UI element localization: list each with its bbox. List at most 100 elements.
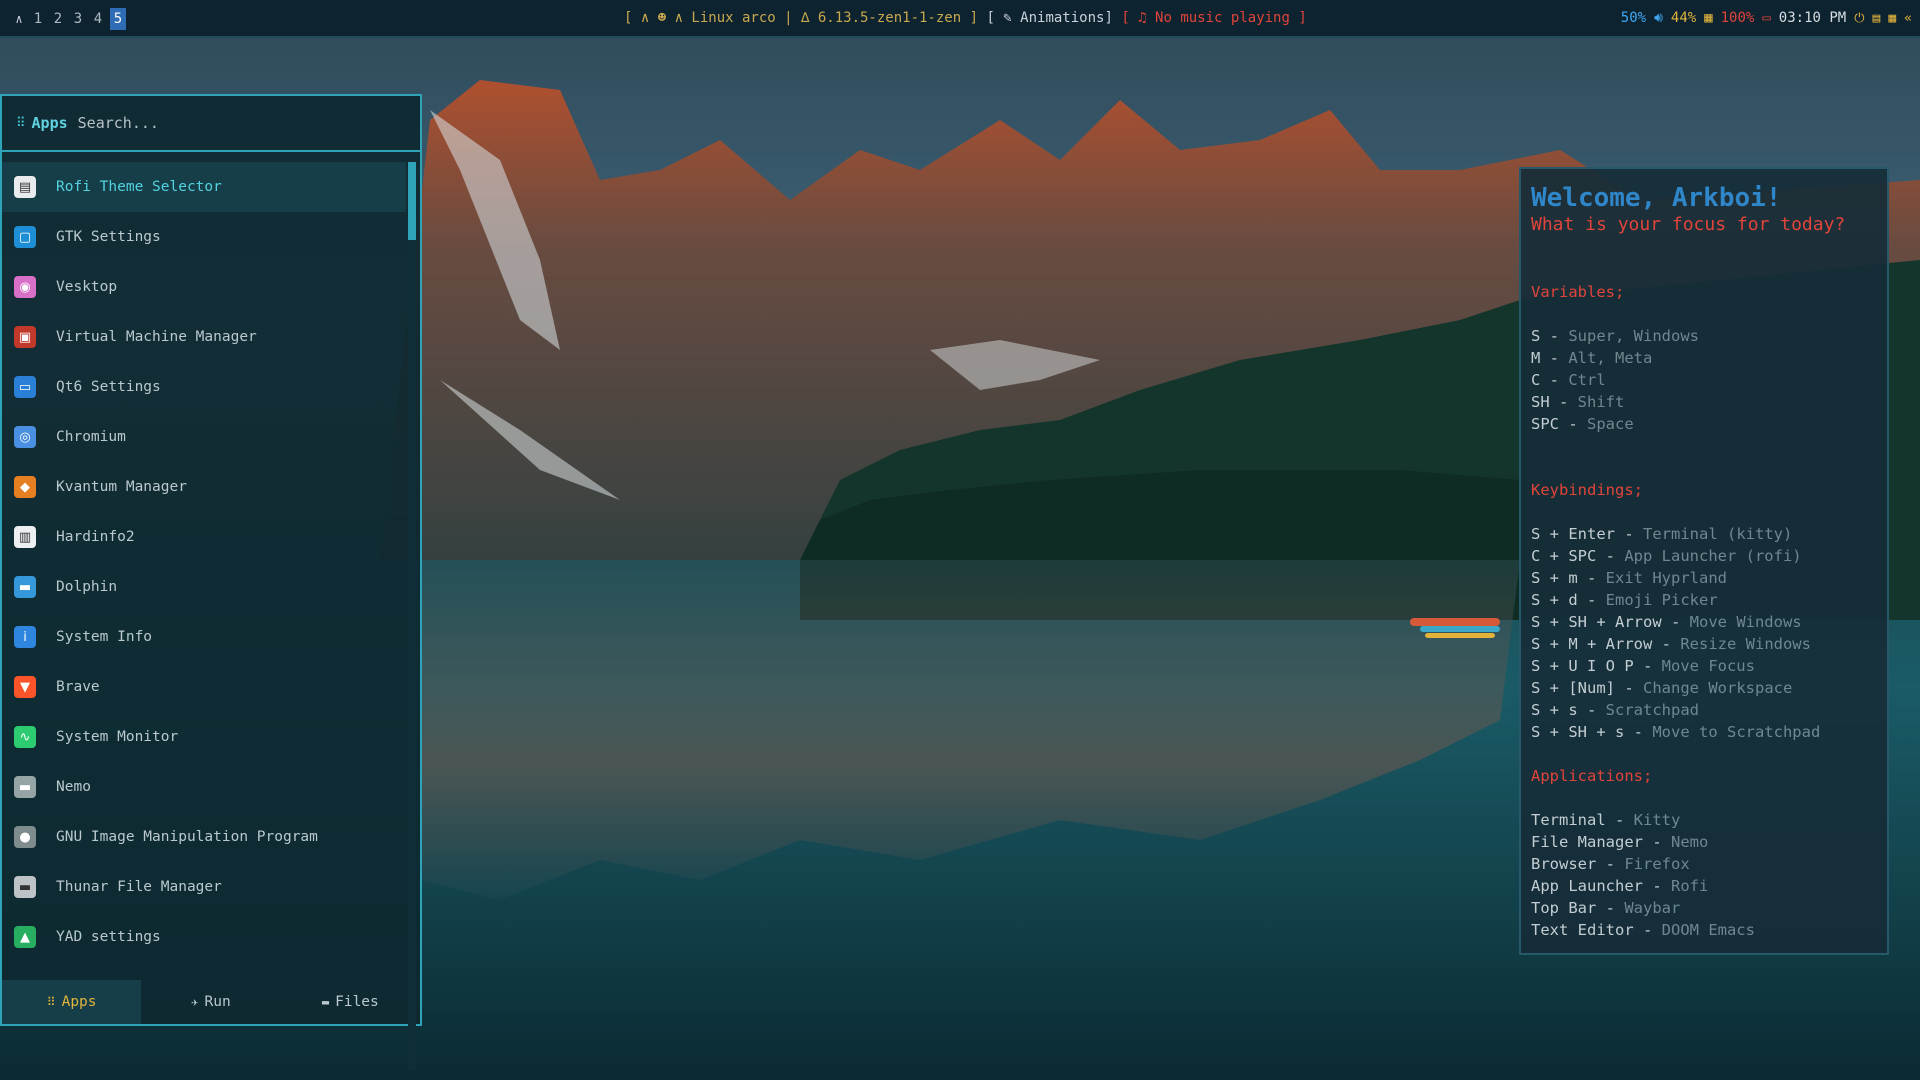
keybinding-row: S + m - Exit Hyprland xyxy=(1531,569,1727,587)
thunar-icon: ▬ xyxy=(14,876,36,898)
scrollbar-track[interactable] xyxy=(408,162,416,1070)
application-row-key: File Manager xyxy=(1531,833,1643,851)
app-item-label: Qt6 Settings xyxy=(56,379,161,395)
keybinding-row-value: Move to Scratchpad xyxy=(1652,723,1821,741)
application-row-value: Firefox xyxy=(1624,855,1690,873)
application-row-key: Browser xyxy=(1531,855,1597,873)
collapse-icon[interactable]: « xyxy=(1904,11,1912,26)
keybinding-row-key: C + SPC xyxy=(1531,547,1597,565)
application-row-value: DOOM Emacs xyxy=(1661,921,1755,939)
power-icon[interactable]: ⏻ xyxy=(1854,11,1864,26)
app-item-label: Nemo xyxy=(56,779,91,795)
mode-run-button[interactable]: ✈ Run xyxy=(141,980,280,1024)
app-item[interactable]: ▢ GTK Settings xyxy=(2,212,406,262)
tray: 50% 🔊︎ 44% ▦ 100% ▭ 03:10 PM ⏻ ▤ ▦ « xyxy=(1621,10,1912,26)
application-row-value: Waybar xyxy=(1624,899,1681,917)
battery-level[interactable]: 100% xyxy=(1721,10,1755,26)
application-row-key: Top Bar xyxy=(1531,899,1597,917)
theme-selector-icon: ▤ xyxy=(14,176,36,198)
keybinding-row-key: S + s xyxy=(1531,701,1578,719)
qt-settings-icon: ▭ xyxy=(14,376,36,398)
keybinding-row: S + [Num] - Change Workspace xyxy=(1531,679,1793,697)
battery-icon: ▭ xyxy=(1762,10,1771,26)
app-item-label: System Monitor xyxy=(56,729,179,745)
variable-row: SPC - Space xyxy=(1531,415,1634,433)
workspace-5[interactable]: 5 xyxy=(110,8,126,30)
app-item[interactable]: ▬ Dolphin xyxy=(2,562,406,612)
app-item[interactable]: ◆ Kvantum Manager xyxy=(2,462,406,512)
welcome-prompt: What is your focus for today? xyxy=(1531,214,1846,235)
keybinding-row: S + U I O P - Move Focus xyxy=(1531,657,1755,675)
workspace-switcher: ∧ 1 2 3 4 5 xyxy=(12,8,126,30)
keybinding-row-value: Emoji Picker xyxy=(1605,591,1718,609)
animations-toggle[interactable]: [ ✎ Animations] xyxy=(986,10,1112,26)
app-item[interactable]: ▭ Qt6 Settings xyxy=(2,362,406,412)
keybinding-row-key: S + U I O P xyxy=(1531,657,1634,675)
app-item[interactable]: ● GNU Image Manipulation Program xyxy=(2,812,406,862)
variable-row-value: Ctrl xyxy=(1568,371,1606,389)
app-item[interactable]: ▤ Rofi Theme Selector xyxy=(2,162,406,212)
speaker-icon[interactable]: 🔊︎ xyxy=(1654,10,1663,26)
keybinding-row: S + Enter - Terminal (kitty) xyxy=(1531,525,1793,543)
keybinding-row-key: S + M + Arrow xyxy=(1531,635,1653,653)
variable-row-key: C xyxy=(1531,371,1541,389)
workspace-4[interactable]: 4 xyxy=(90,8,106,30)
variable-row-value: Space xyxy=(1587,415,1634,433)
app-item[interactable]: ▥ Hardinfo2 xyxy=(2,512,406,562)
search-input[interactable]: Search... xyxy=(78,114,159,132)
app-item[interactable]: ▲ YAD settings xyxy=(2,912,406,962)
app-item-label: Dolphin xyxy=(56,579,118,595)
cpu-icon: ▦ xyxy=(1704,10,1713,26)
music-status[interactable]: [ ♫ No music playing ] xyxy=(1121,10,1306,26)
volume-level[interactable]: 50% xyxy=(1621,10,1646,26)
keybinding-row: C + SPC - App Launcher (rofi) xyxy=(1531,547,1802,565)
dolphin-icon: ▬ xyxy=(14,576,36,598)
keybinding-row-key: S + SH + s xyxy=(1531,723,1625,741)
workspace-1[interactable]: 1 xyxy=(30,8,46,30)
variables-list: S - Super, Windows M - Alt, Meta C - Ctrl S… xyxy=(1531,325,1877,435)
app-item[interactable]: ▼ Brave xyxy=(2,662,406,712)
application-row: Terminal - Kitty xyxy=(1531,811,1681,829)
launcher-mode-switcher: ⠿ Apps ✈ Run ▬ Files xyxy=(2,980,420,1024)
mode-run-label: Run xyxy=(204,994,231,1010)
variable-row-key: S xyxy=(1531,327,1541,345)
keybinding-row-key: S + d xyxy=(1531,591,1578,609)
os-kernel-info: [ ∧ ☻ ∧ Linux arco | ∆ 6.13.5-zen1-1-zen… xyxy=(624,10,979,26)
scrollbar-thumb[interactable] xyxy=(408,162,416,240)
app-item[interactable]: ▬ Thunar File Manager xyxy=(2,862,406,912)
variables-title: Variables; xyxy=(1531,283,1625,301)
launcher-search-bar[interactable]: ⠿ Apps Search... xyxy=(2,96,420,152)
window-icon[interactable]: ▤ xyxy=(1873,11,1881,26)
app-launcher: ⠿ Apps Search... ▤ Rofi Theme Selector ▢ GT… xyxy=(0,94,422,1070)
app-item[interactable]: ∿ System Monitor xyxy=(2,712,406,762)
yad-icon: ▲ xyxy=(14,926,36,948)
keybinding-row-value: Terminal (kitty) xyxy=(1643,525,1793,543)
app-item[interactable]: ◉ Vesktop xyxy=(2,262,406,312)
workspace-3[interactable]: 3 xyxy=(70,8,86,30)
hardinfo-icon: ▥ xyxy=(14,526,36,548)
keybinding-row-value: Scratchpad xyxy=(1605,701,1699,719)
system-info-icon: i xyxy=(14,626,36,648)
application-row-value: Rofi xyxy=(1670,877,1709,895)
mode-apps-button[interactable]: ⠿ Apps xyxy=(2,980,142,1024)
workspace-2[interactable]: 2 xyxy=(50,8,66,30)
launcher-mode-label: Apps xyxy=(31,114,68,132)
arch-logo-icon[interactable]: ∧ xyxy=(12,12,26,26)
calendar-icon[interactable]: ▦ xyxy=(1888,11,1896,26)
clock[interactable]: 03:10 PM xyxy=(1779,10,1846,26)
brave-icon: ▼ xyxy=(14,676,36,698)
app-list: ▤ Rofi Theme Selector ▢ GTK Settings ◉ Veskto… xyxy=(2,162,406,962)
app-item[interactable]: ◎ Chromium xyxy=(2,412,406,462)
app-item-label: Rofi Theme Selector xyxy=(56,179,222,195)
applications-list: Terminal - Kitty File Manager - Nemo Brows… xyxy=(1531,809,1877,941)
variable-row: C - Ctrl xyxy=(1531,371,1606,389)
app-item[interactable]: ▣ Virtual Machine Manager xyxy=(2,312,406,362)
app-item[interactable]: ▬ Nemo xyxy=(2,762,406,812)
keybinding-row-key: S + [Num] xyxy=(1531,679,1615,697)
app-item[interactable]: i System Info xyxy=(2,612,406,662)
keybindings-title: Keybindings; xyxy=(1531,481,1643,499)
keybindings-list: S + Enter - Terminal (kitty) C + SPC - Ap… xyxy=(1531,523,1877,743)
application-row: App Launcher - Rofi xyxy=(1531,877,1709,895)
cpu-usage[interactable]: 44% xyxy=(1671,10,1696,26)
mode-files-button[interactable]: ▬ Files xyxy=(281,980,420,1024)
